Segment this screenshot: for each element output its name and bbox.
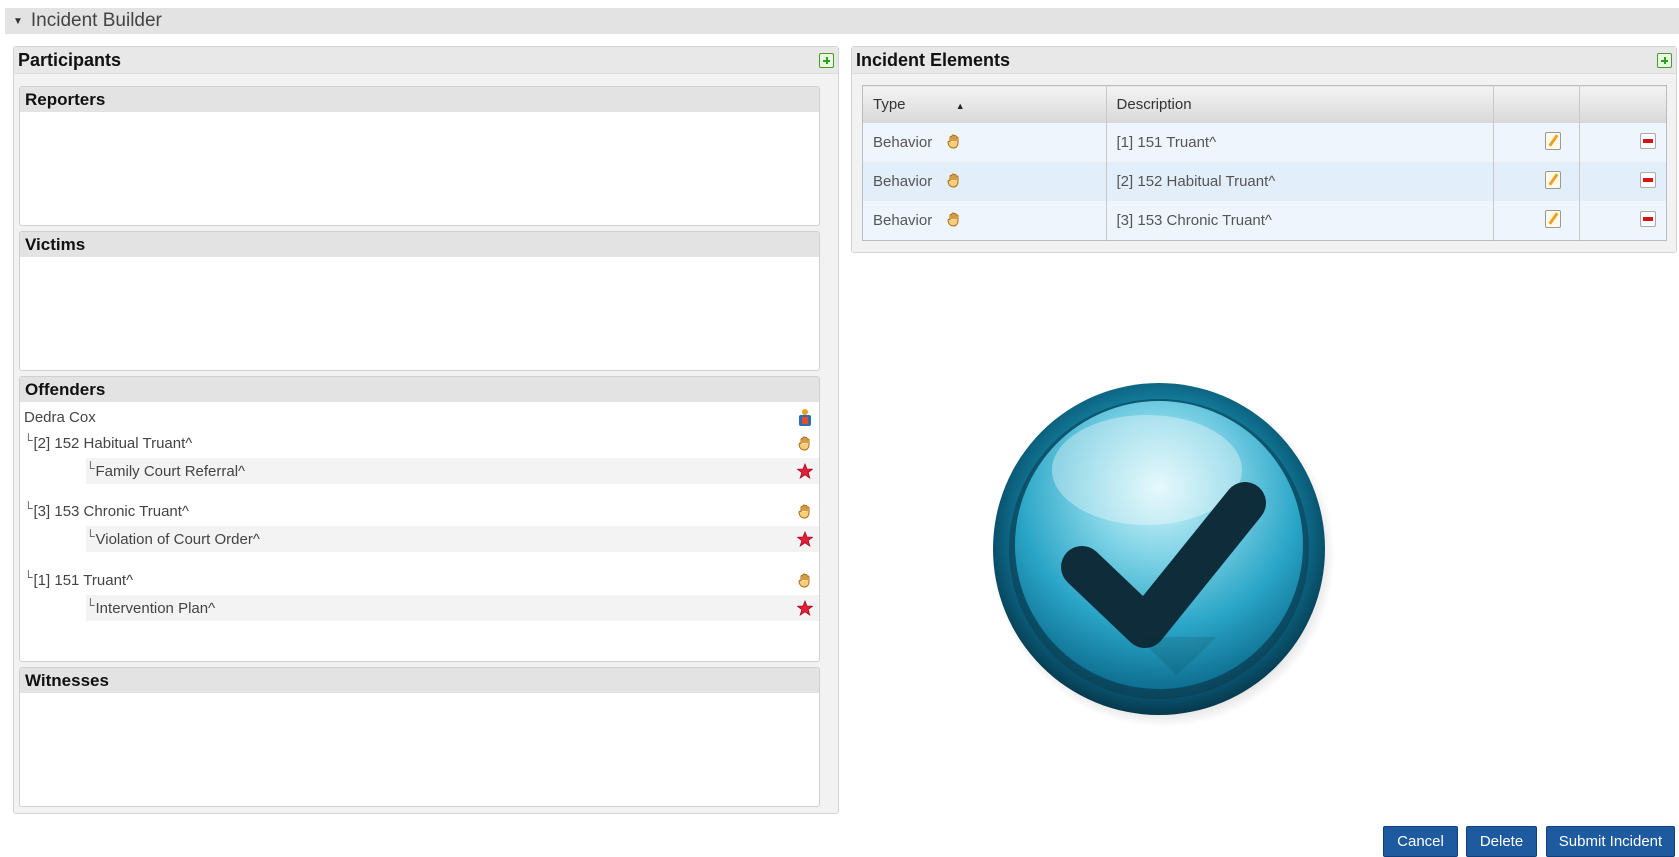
victims-title: Victims xyxy=(20,232,819,257)
reporters-section: Reporters xyxy=(19,86,820,226)
checkmark-icon xyxy=(987,375,1339,727)
submit-incident-button[interactable]: Submit Incident xyxy=(1546,826,1675,857)
type-cell: Behavior xyxy=(873,211,933,229)
offenders-section: Offenders Dedra Cox └ [2] 152 Habitual Tr… xyxy=(19,376,820,662)
remove-icon[interactable] xyxy=(1640,132,1656,149)
table-row[interactable]: Behavior [3] 153 Chronic Truant^ xyxy=(862,201,1667,241)
behavior-label[interactable]: [3] 153 Chronic Truant^ xyxy=(34,503,189,520)
witnesses-section: Witnesses xyxy=(19,667,820,807)
add-element-button[interactable] xyxy=(1657,52,1672,68)
reporters-title: Reporters xyxy=(20,87,819,112)
incident-elements-title: Incident Elements xyxy=(856,49,1011,70)
offender-behavior-row[interactable]: └ [3] 153 Chronic Truant^ xyxy=(20,498,819,524)
hand-icon[interactable] xyxy=(946,134,962,153)
offenders-title: Offenders xyxy=(20,377,819,402)
star-icon[interactable] xyxy=(797,531,813,551)
description-header-label[interactable]: Description xyxy=(1117,96,1192,113)
edit-icon[interactable] xyxy=(1545,131,1562,150)
add-participant-button[interactable] xyxy=(819,52,834,68)
description-column-header[interactable]: Description xyxy=(1106,85,1494,123)
sort-ascending-icon[interactable]: ▲ xyxy=(956,101,965,111)
remove-icon[interactable] xyxy=(1640,171,1656,188)
action-label[interactable]: Violation of Court Order^ xyxy=(96,531,260,548)
hand-icon[interactable] xyxy=(797,572,813,592)
description-cell: [3] 153 Chronic Truant^ xyxy=(1116,212,1272,229)
offender-action-row[interactable]: └ Intervention Plan^ xyxy=(86,595,819,621)
description-cell: [1] 151 Truant^ xyxy=(1116,134,1217,151)
collapse-caret-icon[interactable]: ▼ xyxy=(13,16,23,27)
table-row[interactable]: Behavior [2] 152 Habitual Truant^ xyxy=(862,162,1667,201)
action-label[interactable]: Family Court Referral^ xyxy=(96,463,246,480)
type-header-label[interactable]: Type xyxy=(873,96,906,113)
action-label[interactable]: Intervention Plan^ xyxy=(96,600,216,617)
incident-elements-panel: Incident Elements Type ▲ Description Beh… xyxy=(851,46,1677,253)
offender-action-row[interactable]: └ Family Court Referral^ xyxy=(86,458,819,484)
incident-elements-table: Type ▲ Description Behavior [1] 151 Trua… xyxy=(862,85,1667,241)
table-header-row: Type ▲ Description xyxy=(862,85,1667,123)
star-icon[interactable] xyxy=(797,600,813,620)
incident-builder-header[interactable]: ▼ Incident Builder xyxy=(5,8,1679,34)
star-icon[interactable] xyxy=(797,463,813,483)
offender-name[interactable]: Dedra Cox xyxy=(24,409,96,426)
edit-icon[interactable] xyxy=(1545,209,1562,228)
page-title: Incident Builder xyxy=(30,10,162,31)
offender-name-row[interactable]: Dedra Cox xyxy=(20,404,819,430)
person-icon[interactable] xyxy=(797,409,813,431)
hand-icon[interactable] xyxy=(797,503,813,523)
delete-button[interactable]: Delete xyxy=(1466,826,1537,857)
incident-elements-title-bar: Incident Elements xyxy=(852,47,1676,74)
victims-section: Victims xyxy=(19,231,820,371)
behavior-label[interactable]: [1] 151 Truant^ xyxy=(34,572,134,589)
description-cell: [2] 152 Habitual Truant^ xyxy=(1116,173,1276,190)
offender-action-row[interactable]: └ Violation of Court Order^ xyxy=(86,526,819,552)
witnesses-title: Witnesses xyxy=(20,668,819,693)
edit-column-header xyxy=(1493,85,1581,123)
edit-icon[interactable] xyxy=(1545,170,1562,189)
cancel-button[interactable]: Cancel xyxy=(1383,826,1458,857)
offender-behavior-row[interactable]: └ [2] 152 Habitual Truant^ xyxy=(20,430,819,456)
participants-title: Participants xyxy=(18,49,122,70)
hand-icon[interactable] xyxy=(946,173,962,192)
hand-icon[interactable] xyxy=(946,212,962,231)
remove-icon[interactable] xyxy=(1640,210,1656,227)
type-column-header[interactable]: Type ▲ xyxy=(862,85,1107,123)
type-cell: Behavior xyxy=(873,133,933,151)
remove-column-header xyxy=(1579,85,1667,123)
participants-title-bar: Participants xyxy=(14,47,838,74)
type-cell: Behavior xyxy=(873,172,933,190)
table-row[interactable]: Behavior [1] 151 Truant^ xyxy=(862,123,1667,162)
participants-panel: Participants Reporters Victims Offenders… xyxy=(13,46,839,814)
hand-icon[interactable] xyxy=(797,435,813,455)
behavior-label[interactable]: [2] 152 Habitual Truant^ xyxy=(34,435,193,452)
offender-behavior-row[interactable]: └ [1] 151 Truant^ xyxy=(20,567,819,593)
